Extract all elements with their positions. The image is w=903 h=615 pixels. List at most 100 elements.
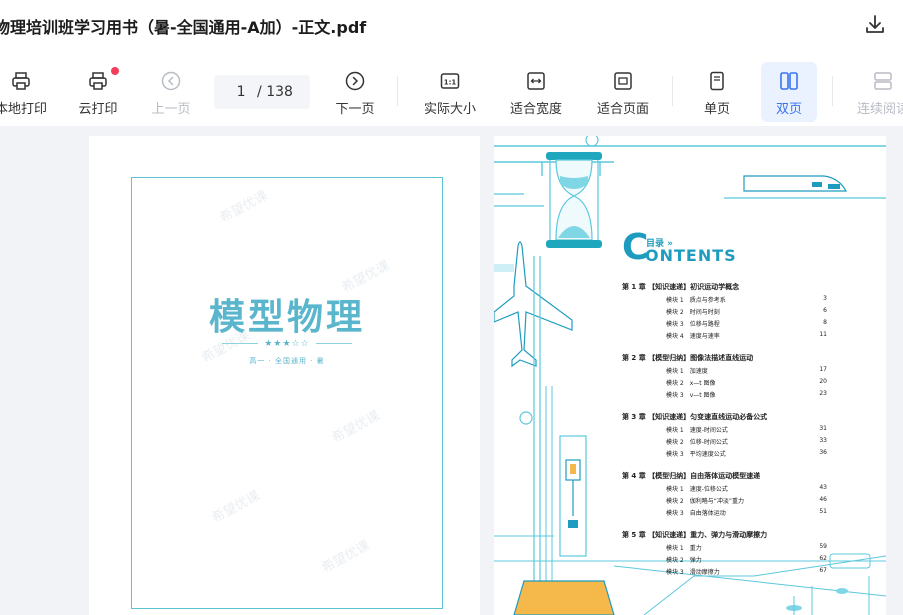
svg-text:1:1: 1:1	[444, 79, 457, 87]
module-page: 46	[819, 496, 827, 503]
contents-word: ONTENTS	[645, 246, 737, 265]
local-print-label: 本地打印	[0, 102, 47, 117]
toc-module[interactable]: 模块 1 重力 59	[622, 543, 827, 552]
single-page-label: 单页	[703, 102, 730, 117]
toc-chapter: 第 4 章 【模型归纳】自由落体运动模型速递 模块 1 速度-位移公式 43 模块…	[622, 471, 827, 517]
next-page-label: 下一页	[335, 102, 375, 117]
contents-heading: C 目录 » ONTENTS	[622, 230, 736, 266]
cover-frame: 模型物理 ★★★☆☆ 高一 · 全国通用 · 暑	[131, 177, 443, 609]
continuous-reading-button[interactable]: 连续阅读	[851, 58, 903, 120]
module-name: 模块 3 位移与路程	[666, 321, 720, 328]
chevron-left-circle-icon	[161, 71, 181, 91]
cloud-print-button[interactable]: 云打印	[68, 58, 128, 120]
module-name: 模块 1 速度-时间公式	[666, 427, 728, 434]
fit-width-label: 适合宽度	[509, 102, 562, 117]
toc-module[interactable]: 模块 1 速度-时间公式 31	[622, 425, 827, 434]
module-name: 模块 1 速度-位移公式	[666, 486, 728, 493]
toc-module[interactable]: 模块 1 加速度 17	[622, 366, 827, 375]
toc-module[interactable]: 模块 2 伽利略与“冲淡”重力 46	[622, 496, 827, 505]
document-viewer[interactable]: 希望优课 希望优课 希望优课 希望优课 希望优课 希望优课 模型物理 ★★★☆☆…	[0, 126, 903, 615]
table-of-contents: 第 1 章 【知识速递】初识运动学概念 模块 1 质点与参考系 3 模块 2 时间…	[622, 282, 827, 589]
next-page-button[interactable]: 下一页	[326, 58, 384, 120]
chapter-title[interactable]: 第 3 章 【知识速递】匀变速直线运动必备公式	[622, 412, 827, 422]
toc-module[interactable]: 模块 2 位移-时间公式 33	[622, 437, 827, 446]
prev-page-button[interactable]: 上一页	[142, 58, 200, 120]
double-page-label: 双页	[775, 102, 802, 117]
module-page: 31	[819, 425, 827, 432]
module-name: 模块 1 加速度	[666, 368, 708, 375]
pdf-page-cover: 希望优课 希望优课 希望优课 希望优课 希望优课 希望优课 模型物理 ★★★☆☆…	[89, 136, 480, 615]
fit-page-label: 适合页面	[596, 102, 649, 117]
chevron-right-circle-icon	[345, 71, 365, 91]
prev-page-label: 上一页	[151, 102, 191, 117]
module-page: 62	[819, 555, 827, 562]
double-page-button[interactable]: 双页	[761, 62, 817, 122]
local-print-button[interactable]: 本地打印	[0, 58, 54, 120]
divider	[672, 76, 673, 106]
actual-size-icon: 1:1	[440, 73, 460, 89]
page-indicator: / 138	[214, 75, 310, 109]
chapter-title[interactable]: 第 5 章 【知识速递】重力、弹力与滑动摩擦力	[622, 530, 827, 540]
toc-chapter: 第 2 章 【模型归纳】图像法描述直线运动 模块 1 加速度 17 模块 2 x—…	[622, 353, 827, 399]
toc-module[interactable]: 模块 2 x—t 图像 20	[622, 378, 827, 387]
module-name: 模块 2 伽利略与“冲淡”重力	[666, 498, 744, 505]
title-bar: 物理培训班学习用书（暑-全国通用-A加）-正文.pdf	[0, 0, 903, 52]
page-total: / 138	[257, 84, 293, 100]
page-number-input[interactable]	[231, 84, 252, 100]
chapter-title[interactable]: 第 1 章 【知识速递】初识运动学概念	[622, 282, 827, 292]
actual-size-label: 实际大小	[423, 102, 476, 117]
module-page: 6	[823, 307, 827, 314]
cover-subtitle: 高一 · 全国通用 · 暑	[249, 357, 325, 365]
continuous-reading-icon	[874, 72, 892, 90]
module-page: 8	[823, 319, 827, 326]
module-page: 59	[819, 543, 827, 550]
toc-module[interactable]: 模块 4 速度与速率 11	[622, 331, 827, 340]
module-page: 67	[819, 567, 827, 574]
toc-module[interactable]: 模块 3 平均速度公式 36	[622, 449, 827, 458]
download-icon	[866, 15, 884, 33]
file-title: 物理培训班学习用书（暑-全国通用-A加）-正文.pdf	[0, 18, 367, 37]
cloud-printer-icon	[89, 72, 107, 90]
divider	[832, 76, 833, 106]
module-page: 20	[819, 378, 827, 385]
toc-chapter: 第 5 章 【知识速递】重力、弹力与滑动摩擦力 模块 1 重力 59 模块 2 弹…	[622, 530, 827, 576]
cover-title: 模型物理	[208, 296, 365, 338]
module-page: 36	[819, 449, 827, 456]
toc-module[interactable]: 模块 1 质点与参考系 3	[622, 295, 827, 304]
module-name: 模块 1 重力	[666, 545, 702, 552]
module-name: 模块 3 平均速度公式	[666, 451, 726, 458]
module-page: 11	[819, 331, 827, 338]
module-page: 33	[819, 437, 827, 444]
module-name: 模块 2 x—t 图像	[666, 380, 716, 387]
printer-icon	[12, 72, 30, 90]
single-page-icon	[710, 71, 724, 91]
download-button[interactable]	[862, 12, 888, 38]
toc-module[interactable]: 模块 3 滑动摩擦力 67	[622, 567, 827, 576]
continuous-reading-label: 连续阅读	[856, 102, 903, 117]
module-name: 模块 4 速度与速率	[666, 333, 720, 340]
toc-module[interactable]: 模块 2 弹力 62	[622, 555, 827, 564]
fit-width-icon	[527, 72, 545, 90]
toc-chapter: 第 1 章 【知识速递】初识运动学概念 模块 1 质点与参考系 3 模块 2 时间…	[622, 282, 827, 340]
difficulty-stars: ★★★☆☆	[132, 339, 442, 349]
toc-module[interactable]: 模块 3 位移与路程 8	[622, 319, 827, 328]
cloud-print-label: 云打印	[78, 102, 118, 117]
toc-module[interactable]: 模块 1 速度-位移公式 43	[622, 484, 827, 493]
module-name: 模块 3 v—t 图像	[666, 392, 716, 399]
chapter-title[interactable]: 第 4 章 【模型归纳】自由落体运动模型速递	[622, 471, 827, 481]
chapter-title[interactable]: 第 2 章 【模型归纳】图像法描述直线运动	[622, 353, 827, 363]
module-name: 模块 3 滑动摩擦力	[666, 569, 720, 576]
single-page-button[interactable]: 单页	[690, 58, 744, 120]
notification-badge	[111, 67, 119, 75]
toc-module[interactable]: 模块 3 v—t 图像 23	[622, 390, 827, 399]
module-name: 模块 2 弹力	[666, 557, 702, 564]
module-page: 23	[819, 390, 827, 397]
module-name: 模块 1 质点与参考系	[666, 297, 726, 304]
actual-size-button[interactable]: 1:1 实际大小	[414, 58, 486, 120]
fit-page-icon	[614, 72, 632, 90]
fit-width-button[interactable]: 适合宽度	[500, 58, 572, 120]
fit-page-button[interactable]: 适合页面	[587, 58, 659, 120]
toc-module[interactable]: 模块 3 自由落体运动 51	[622, 508, 827, 517]
module-name: 模块 2 时间与时刻	[666, 309, 720, 316]
toc-module[interactable]: 模块 2 时间与时刻 6	[622, 307, 827, 316]
